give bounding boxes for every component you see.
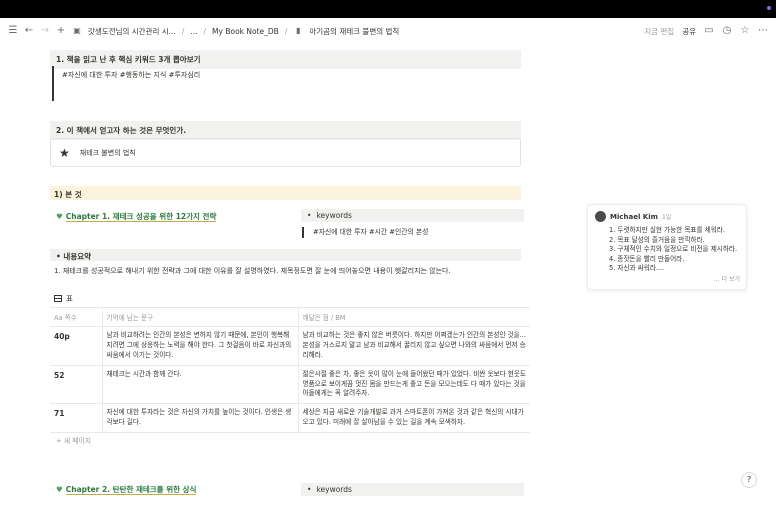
share-button[interactable]: 공유 xyxy=(682,26,696,37)
comment-card[interactable]: Michael Kim 1일 1. 두렷하지만 실현 가능한 목표를 세워라. … xyxy=(587,204,747,290)
cell-quote: 재테크는 시간과 함께 간다. xyxy=(101,365,298,405)
table-icon xyxy=(54,295,62,302)
summary-text: 1. 재테크를 성공적으로 해내기 위한 전략과 그에 대한 이유를 잘 설명하… xyxy=(54,267,451,275)
breadcrumb-workspace[interactable]: 갓생도전님의 시간관리 시... xyxy=(88,26,176,37)
comment-item: 2. 목표 달성의 즐거움을 만끽하라. xyxy=(609,235,705,244)
comment-author: Michael Kim xyxy=(610,212,658,221)
show-more-link[interactable]: ... 더 보기 xyxy=(714,274,740,283)
quote-bar xyxy=(52,66,54,101)
heart-icon: ♥ xyxy=(56,212,63,221)
comment-item: 3. 구체적인 수치와 일정으로 비전을 제시하라. xyxy=(609,245,738,254)
chapter1-keywords-bar: • keywords xyxy=(301,209,524,222)
keywords-label: keywords xyxy=(316,485,352,494)
page-emoji-icon: ▣ xyxy=(73,26,81,35)
chapter1-toggle[interactable]: ♥ Chapter 1. 재테크 성공을 위한 12가지 전략 xyxy=(56,211,217,222)
column-header-quote[interactable]: 기억에 남는 문구 xyxy=(101,307,298,327)
help-icon[interactable]: ? xyxy=(741,472,757,488)
database-table: Aa 쪽수 기억에 남는 문구 깨달은 점 / BM 40p 남과 비교하려는 … xyxy=(50,307,530,434)
breadcrumb-page[interactable]: 아기곰의 재테크 불변의 법칙 xyxy=(309,26,399,37)
comment-time: 1일 xyxy=(661,214,672,221)
callout-block[interactable]: ★ 재테크 불변의 법칙 xyxy=(50,138,521,167)
top-navigation: ☰ ← → + ▣ 갓생도전님의 시간관리 시... / ... / My Bo… xyxy=(0,20,776,42)
summary-label: 내용요약 xyxy=(63,252,92,261)
chapter2-toggle[interactable]: ♥ Chapter 2. 탄탄한 재테크를 위한 상식 xyxy=(56,484,197,495)
plus-icon[interactable]: + xyxy=(56,26,66,36)
cell-quote: 자신에 대한 투자라는 것은 자신의 가치를 높이는 것이다. 인생은 생각보다… xyxy=(101,403,298,434)
cell-page: 40p xyxy=(50,326,102,366)
comment-header: Michael Kim 1일 xyxy=(595,211,739,222)
cell-quote: 남과 비교하려는 인간의 본성은 변하지 않기 때문에, 본인이 행복해지려면 … xyxy=(101,326,298,366)
breadcrumb-separator: / xyxy=(203,26,207,36)
nav-actions: 지금 편집 공유 ▭ ◷ ☆ ⋯ xyxy=(644,26,768,37)
arrow-right-icon[interactable]: → xyxy=(40,26,50,36)
breadcrumb-separator: / xyxy=(181,26,185,36)
chapter1-title: Chapter 1. 재테크 성공을 위한 12가지 전략 xyxy=(65,212,217,222)
table-row[interactable]: 52 재테크는 시간과 함께 간다. 젊은시절 좋은 차, 좋은 옷이 많이 눈… xyxy=(50,365,530,405)
chapter2-title: Chapter 2. 탄탄한 재테크를 위한 상식 xyxy=(65,485,197,495)
star-icon[interactable]: ☆ xyxy=(740,26,750,36)
comment-item: 4. 종잣돈을 빨리 만들어라. xyxy=(609,254,685,263)
arrow-left-icon[interactable]: ← xyxy=(24,26,34,36)
bullet-icon: • xyxy=(56,252,61,261)
summary-heading: • 내용요약 xyxy=(50,249,521,261)
star-icon: ★ xyxy=(59,145,70,160)
section1-tags: #자신에 대한 투자 #행동하는 지식 #투자심리 xyxy=(62,71,201,79)
chapter1-keyword-tags: #자신에 대한 투자 #시간 #인간의 본성 xyxy=(302,227,428,238)
section1-heading: 1. 책을 읽고 난 후 핵심 키워드 3개 뽑아보기 xyxy=(50,50,521,69)
avatar xyxy=(595,211,606,222)
main-section-heading: 1) 본 것 xyxy=(50,186,521,200)
table-header: Aa 쪽수 기억에 남는 문구 깨달은 점 / BM xyxy=(50,307,530,327)
more-icon[interactable]: ⋯ xyxy=(758,26,768,36)
table-title[interactable]: 표 xyxy=(54,293,73,304)
callout-text: 재테크 불변의 법칙 xyxy=(79,148,136,157)
bullet-icon: • xyxy=(307,485,312,494)
clock-icon[interactable]: ◷ xyxy=(722,26,732,36)
comment-item: 1. 두렷하지만 실현 가능한 목표를 세워라. xyxy=(609,226,725,234)
edited-status: 지금 편집 xyxy=(644,26,675,36)
keywords-label: keywords xyxy=(316,211,352,220)
menu-icon[interactable]: ☰ xyxy=(8,26,18,36)
comment-icon[interactable]: ▭ xyxy=(704,26,714,36)
comment-list: 1. 두렷하지만 실현 가능한 목표를 세워라. 2. 목표 달성의 즐거움을 … xyxy=(595,226,739,274)
book-icon: ▮ xyxy=(296,26,301,35)
cell-insight: 젊은시절 좋은 차, 좋은 옷이 많이 눈에 들어왔던 때가 있었다. 비싼 옷… xyxy=(297,365,530,405)
heart-icon: ♥ xyxy=(56,485,63,494)
cell-insight: 남과 비교하는 것은 좋지 않은 버릇이다. 하지만 어쩌겠는가 인간의 본성인… xyxy=(297,326,530,366)
table-row[interactable]: 40p 남과 비교하려는 인간의 본성은 변하지 않기 때문에, 본인이 행복해… xyxy=(50,326,530,366)
comment-item: 5. 자신과 싸워라.... xyxy=(609,264,665,273)
chapter2-keywords-bar: • keywords xyxy=(301,483,524,496)
table-row[interactable]: 71 자신에 대한 투자라는 것은 자신의 가치를 높이는 것이다. 인생은 생… xyxy=(50,403,530,434)
breadcrumb-ellipsis[interactable]: ... xyxy=(190,27,197,36)
bullet-icon: • xyxy=(307,211,312,220)
new-page-button[interactable]: + 새 페이지 xyxy=(56,435,91,445)
cell-page: 71 xyxy=(50,403,102,434)
status-dot xyxy=(767,6,771,10)
table-title-label: 표 xyxy=(66,294,73,303)
system-top-bar xyxy=(0,0,776,18)
breadcrumb-database[interactable]: My Book Note_DB xyxy=(212,27,279,36)
cell-insight: 세상은 지금 새로운 기술개발로 과거 스마트폰이 가져온 것과 같은 혁신의 … xyxy=(297,403,530,434)
breadcrumb-separator: / xyxy=(284,26,288,36)
cell-page: 52 xyxy=(50,365,102,405)
column-header-page[interactable]: Aa 쪽수 xyxy=(50,307,102,327)
column-header-insight[interactable]: 깨달은 점 / BM xyxy=(297,307,530,327)
